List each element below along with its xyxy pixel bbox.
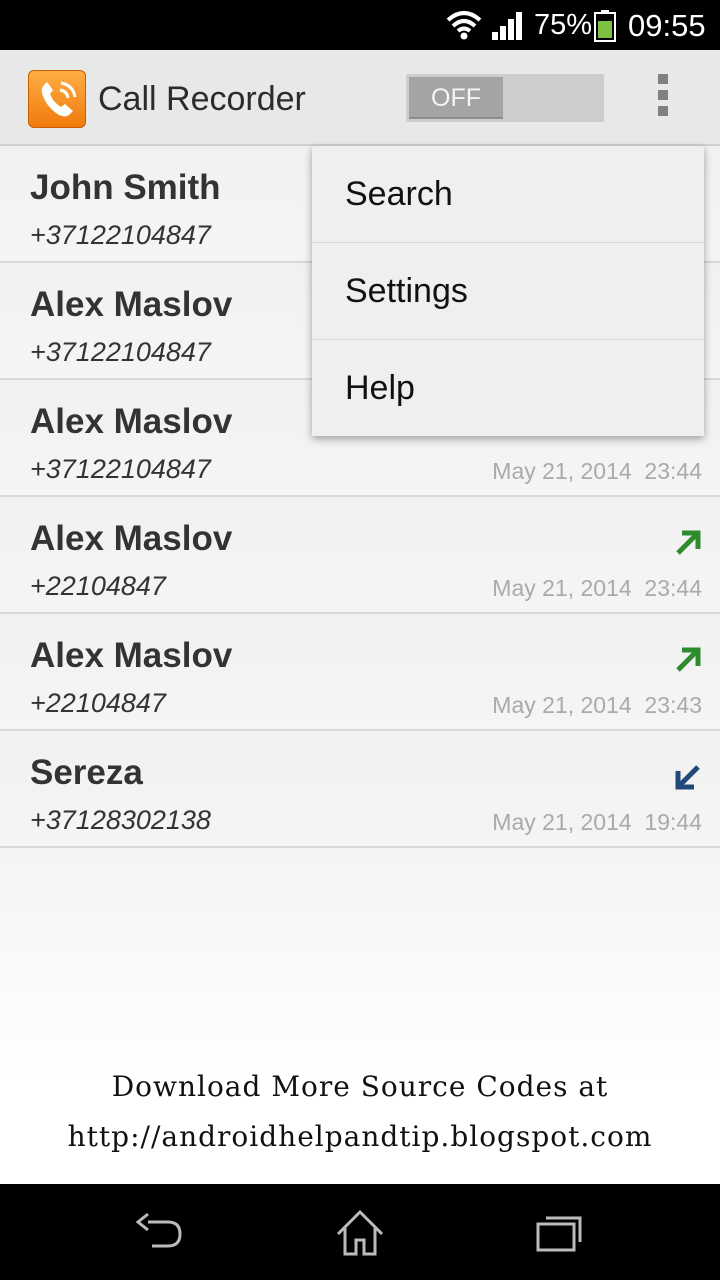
promo-line-2: http://androidhelpandtip.blogspot.com (67, 1120, 653, 1153)
phone-number: +37122104847 (30, 337, 211, 367)
app-title: Call Recorder (98, 80, 306, 118)
call-date: May 21, 2014 19:44 (492, 809, 702, 835)
toggle-thumb[interactable]: OFF (409, 77, 503, 119)
contact-name: Sereza (30, 753, 143, 792)
battery-percent: 75% (534, 9, 593, 41)
list-item[interactable]: Alex Maslov +22104847 May 21, 2014 23:43 (0, 614, 720, 731)
back-icon[interactable] (134, 1210, 184, 1254)
menu-item-search[interactable]: Search (312, 146, 704, 243)
phone-number: +22104847 (30, 571, 166, 601)
phone-number: +37122104847 (30, 454, 211, 484)
recording-toggle[interactable]: OFF (406, 74, 604, 122)
overflow-menu-icon[interactable] (650, 74, 676, 124)
contact-name: Alex Maslov (30, 402, 233, 441)
contact-name: Alex Maslov (30, 636, 233, 675)
wifi-icon (446, 11, 482, 40)
call-date: May 21, 2014 23:43 (492, 692, 702, 718)
call-date: May 21, 2014 23:44 (492, 575, 702, 601)
signal-icon (492, 12, 522, 40)
navigation-bar (0, 1184, 720, 1280)
phone-number: +22104847 (30, 688, 166, 718)
overflow-menu: Search Settings Help (312, 146, 704, 436)
menu-item-settings[interactable]: Settings (312, 243, 704, 340)
menu-item-help[interactable]: Help (312, 340, 704, 437)
status-bar: 75% 09:55 (0, 0, 720, 50)
contact-name: John Smith (30, 168, 221, 207)
battery-icon (594, 10, 616, 42)
home-icon[interactable] (336, 1210, 384, 1256)
promo-line-1: Download More Source Codes at (111, 1070, 609, 1103)
phone-number: +37122104847 (30, 220, 211, 250)
list-item[interactable]: Sereza +37128302138 May 21, 2014 19:44 (0, 731, 720, 848)
phone-app-icon (28, 70, 86, 128)
call-date: May 21, 2014 23:44 (492, 458, 702, 484)
action-bar: Call Recorder OFF (0, 50, 720, 146)
clock: 09:55 (628, 8, 706, 43)
contact-name: Alex Maslov (30, 519, 233, 558)
contact-name: Alex Maslov (30, 285, 233, 324)
outgoing-arrow-icon (676, 647, 701, 672)
recent-apps-icon[interactable] (536, 1210, 584, 1254)
phone-number: +37128302138 (30, 805, 211, 835)
incoming-arrow-icon (675, 765, 700, 790)
promo-text: Download More Source Codes at http://and… (0, 1062, 720, 1162)
outgoing-arrow-icon (676, 530, 701, 555)
list-item[interactable]: Alex Maslov +22104847 May 21, 2014 23:44 (0, 497, 720, 614)
